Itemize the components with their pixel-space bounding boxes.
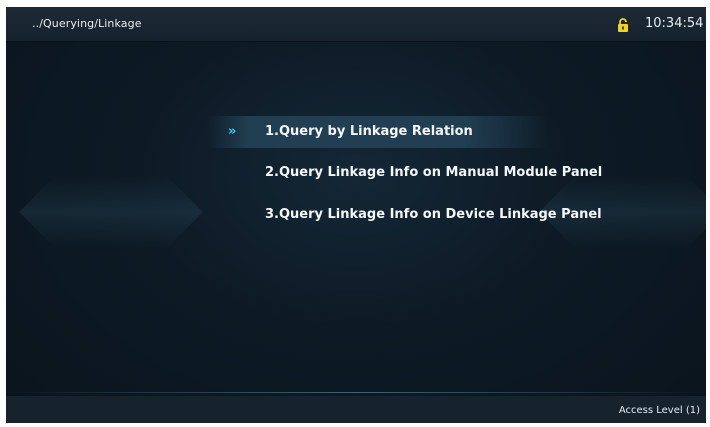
menu-item-label: 3.Query Linkage Info on Device Linkage P… [265, 207, 602, 222]
double-chevron-right-icon: » [228, 124, 237, 139]
menu-item-query-manual-module-panel[interactable]: 2.Query Linkage Info on Manual Module Pa… [265, 157, 625, 189]
divider [6, 392, 706, 393]
screen: ../Querying/Linkage 10:34:54 » 1.Query b… [6, 7, 706, 423]
status-bar: Access Level (1) [6, 396, 706, 423]
menu-item-query-device-linkage-panel[interactable]: 3.Query Linkage Info on Device Linkage P… [265, 199, 625, 231]
clock: 10:34:54 [645, 16, 704, 31]
unlocked-padlock-icon[interactable] [617, 18, 629, 32]
breadcrumb: ../Querying/Linkage [32, 17, 142, 30]
decorative-glow-left [19, 120, 203, 304]
menu-item-label: 1.Query by Linkage Relation [265, 124, 473, 139]
menu-item-query-by-linkage-relation[interactable]: » 1.Query by Linkage Relation [208, 116, 548, 148]
access-level: Access Level (1) [618, 405, 700, 416]
menu-item-label: 2.Query Linkage Info on Manual Module Pa… [265, 165, 603, 180]
top-bar: ../Querying/Linkage 10:34:54 [6, 7, 706, 42]
